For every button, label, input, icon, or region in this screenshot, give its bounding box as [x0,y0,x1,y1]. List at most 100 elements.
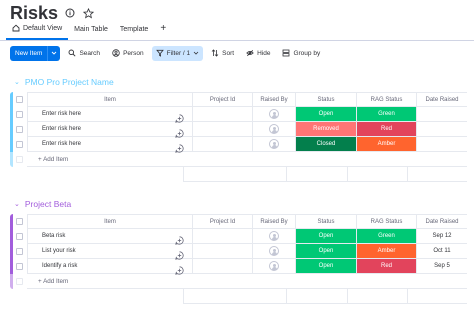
column-header-date-raised[interactable]: Date Raised [417,214,467,229]
date-raised-cell[interactable]: Sep 5 [417,259,467,274]
star-icon[interactable] [82,7,94,19]
column-header-rag-status[interactable]: RAG Status [357,214,417,229]
raised-by-cell[interactable] [253,244,296,259]
project-id-cell[interactable] [193,229,253,244]
raised-by-cell[interactable] [253,229,296,244]
new-item-button[interactable]: New Item [10,45,61,61]
group-color-bar [10,274,13,289]
item-cell[interactable]: List your risk [27,244,193,259]
person-button[interactable]: Person [108,46,148,61]
person-icon [112,49,120,57]
column-header-item[interactable]: Item [27,92,193,107]
chevron-down-icon[interactable]: ⌄ [14,200,20,208]
project-id-cell[interactable] [193,137,253,152]
status-cell[interactable]: Open [296,107,357,122]
summary-row [183,289,467,304]
select-all-checkbox[interactable] [16,96,23,103]
table-row[interactable]: List your risk Open Amber Oct 11 [10,244,467,260]
item-cell[interactable]: Enter risk here [27,107,193,122]
row-checkbox [16,156,23,163]
status-cell[interactable]: Closed [296,137,357,152]
project-id-cell[interactable] [193,244,253,259]
rag-status-cell[interactable]: Green [357,229,417,244]
column-header-date-raised[interactable]: Date Raised [417,92,467,107]
chevron-down-icon [193,51,199,55]
item-cell[interactable]: Enter risk here [27,137,193,152]
column-header-rag-status[interactable]: RAG Status [357,92,417,107]
group-color-bar [10,244,13,259]
tab-template[interactable]: Template [114,23,154,40]
item-cell[interactable]: Beta risk [27,229,193,244]
raised-by-cell[interactable] [253,259,296,274]
column-header-project-id[interactable]: Project Id [193,214,253,229]
row-checkbox[interactable] [16,126,23,133]
filter-button[interactable]: Filter / 1 [151,45,204,61]
column-header-status[interactable]: Status [296,214,357,229]
item-cell[interactable]: Enter risk here [27,122,193,137]
date-raised-cell[interactable] [417,107,467,122]
add-item-button[interactable]: + Add Item [27,152,467,167]
raised-by-cell[interactable] [253,122,296,137]
chevron-down-icon[interactable] [47,45,60,61]
row-checkbox[interactable] [16,233,23,240]
row-checkbox[interactable] [16,263,23,270]
rag-status-cell[interactable]: Amber [357,244,417,259]
tab-main-table[interactable]: Main Table [68,23,114,40]
filter-label: Filter / 1 [166,49,191,57]
column-header-item[interactable]: Item [27,214,193,229]
table-row[interactable]: Enter risk here Removed Red [10,122,467,138]
table-header-row: Item Project Id Raised By Status RAG Sta… [10,92,467,107]
raised-by-cell[interactable] [253,137,296,152]
tab-default-view[interactable]: Default View [6,23,69,40]
row-checkbox[interactable] [16,141,23,148]
project-id-cell[interactable] [193,107,253,122]
row-checkbox[interactable] [16,111,23,118]
rag-status-cell[interactable]: Green [357,107,417,122]
rag-status-cell[interactable]: Red [357,259,417,274]
select-all-checkbox[interactable] [16,218,23,225]
summary-cell [287,167,348,182]
rag-status-cell[interactable]: Amber [357,137,417,152]
table-row[interactable]: Enter risk here Closed Amber [10,137,467,153]
sort-button[interactable]: Sort [207,46,238,61]
project-id-cell[interactable] [193,122,253,137]
info-icon[interactable] [64,7,76,19]
hide-label: Hide [257,49,271,57]
column-header-project-id[interactable]: Project Id [193,92,253,107]
row-checkbox[interactable] [16,248,23,255]
group-by-label: Group by [293,49,321,57]
status-cell[interactable]: Open [296,259,357,274]
rag-status-cell[interactable]: Red [357,122,417,137]
column-header-raised-by[interactable]: Raised By [253,214,296,229]
add-item-row[interactable]: + Add Item [10,152,467,167]
risks-board: Risks Default View Main Table Template +… [0,0,474,313]
search-button[interactable]: Search [64,46,104,61]
group-header-pmo[interactable]: ⌄ PMO Pro Project Name [14,77,114,87]
column-header-status[interactable]: Status [296,92,357,107]
table-row[interactable]: Enter risk here Open Green [10,107,467,123]
raised-by-cell[interactable] [253,107,296,122]
add-view-button[interactable]: + [154,23,172,40]
group-by-button[interactable]: Group by [278,46,324,61]
date-raised-cell[interactable] [417,137,467,152]
add-item-row[interactable]: + Add Item [10,274,467,289]
summary-cell [244,167,287,182]
status-cell[interactable]: Removed [296,122,357,137]
group-header-beta[interactable]: ⌄ Project Beta [14,199,71,209]
project-id-cell[interactable] [193,259,253,274]
chevron-down-icon[interactable]: ⌄ [14,78,20,86]
column-header-raised-by[interactable]: Raised By [253,92,296,107]
status-cell[interactable]: Open [296,229,357,244]
date-raised-cell[interactable] [417,122,467,137]
date-raised-cell[interactable]: Sep 12 [417,229,467,244]
status-cell[interactable]: Open [296,244,357,259]
person-avatar-icon [269,231,279,241]
add-item-button[interactable]: + Add Item [27,274,467,289]
table-row[interactable]: Identify a risk Open Red Sep 5 [10,259,467,275]
item-cell[interactable]: Identify a risk [27,259,193,274]
board-toolbar: New Item Search Person Filter / 1 Sort H… [10,45,324,61]
eye-off-icon [246,50,254,57]
hide-button[interactable]: Hide [242,46,274,61]
date-raised-cell[interactable]: Oct 11 [417,244,467,259]
table-row[interactable]: Beta risk Open Green Sep 12 [10,229,467,245]
